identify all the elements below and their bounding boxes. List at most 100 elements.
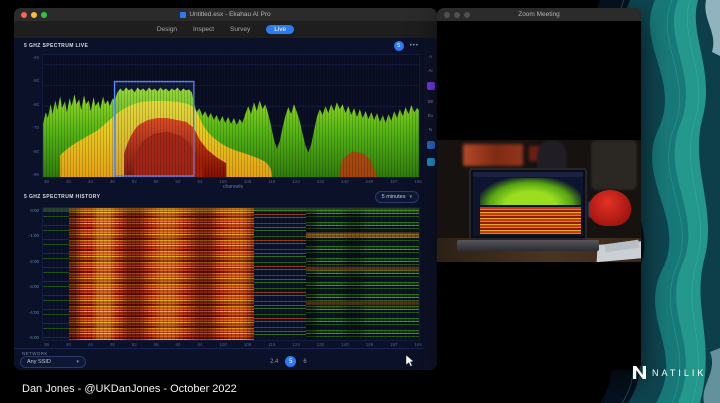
y-axis-tick: -80 xyxy=(32,149,39,154)
y-axis-tick: -90 xyxy=(32,172,39,177)
laptop-keyboard xyxy=(457,240,599,251)
zoom-window: Zoom Meeting xyxy=(437,8,641,370)
spectrum-badge-button[interactable]: S xyxy=(394,41,404,51)
slide-caption: Dan Jones - @UKDanJones - October 2022 xyxy=(22,383,237,395)
ssid-value: Any SSID xyxy=(27,359,51,365)
live-panel-title: 5 GHZ SPECTRUM LIVE xyxy=(24,43,88,49)
x-axis-tick: 157 xyxy=(390,342,398,347)
video-feed[interactable] xyxy=(437,140,641,262)
tab-design[interactable]: Design xyxy=(157,26,177,33)
rail-item-ex[interactable]: Ex xyxy=(428,113,433,118)
ekahau-right-toolbar: A Ai SE Ex N xyxy=(424,38,437,370)
rail-item-a[interactable]: A xyxy=(429,54,432,59)
history-chart-row: 0:00 -1:00 -2:00 -3:00 -4:00 -5:00 xyxy=(16,207,422,341)
document-icon xyxy=(180,12,186,18)
zoom-titlebar: Zoom Meeting xyxy=(437,8,641,21)
rail-item-ai[interactable]: Ai xyxy=(428,68,432,73)
x-axis-tick: 60 xyxy=(176,342,181,347)
tab-survey[interactable]: Survey xyxy=(230,26,250,33)
live-panel-header: 5 GHZ SPECTRUM LIVE S ••• xyxy=(24,41,419,51)
window-title: Untitled.esx - Ekahau AI Pro xyxy=(14,11,437,18)
y-axis-tick: -4:00 xyxy=(29,310,39,315)
laptop-spectrum-app xyxy=(473,172,583,236)
zoom-body xyxy=(437,21,641,370)
x-axis-tick: 36 xyxy=(44,342,49,347)
y-axis-tick: -2:00 xyxy=(29,259,39,264)
band-5ghz-active[interactable]: 5 xyxy=(285,356,296,367)
waterfall-red-band xyxy=(69,208,253,340)
y-axis-tick: 0:00 xyxy=(30,208,39,213)
history-x-axis: 36 40 44 48 52 56 60 64 100 108 116 124 132 140 149 157… xyxy=(44,342,422,347)
y-axis-tick: -60 xyxy=(32,102,39,107)
laptop-live-spectrum xyxy=(480,178,581,205)
blue-swatch-icon[interactable] xyxy=(427,141,435,149)
live-chart-row: -40 -50 -60 -70 -80 -90 xyxy=(16,54,422,178)
laptop-app-toolbar xyxy=(473,172,583,177)
waterfall-mid-band xyxy=(254,208,307,340)
history-waterfall-chart[interactable] xyxy=(42,207,420,341)
purple-swatch-icon[interactable] xyxy=(427,82,435,90)
chevron-down-icon: ▾ xyxy=(409,194,412,200)
chevron-down-icon: ▾ xyxy=(76,359,79,365)
y-axis-tick: -50 xyxy=(32,78,39,83)
history-panel-header: 5 GHZ SPECTRUM HISTORY 5 minutes ▾ xyxy=(24,191,419,203)
live-y-axis: -40 -50 -60 -70 -80 -90 xyxy=(16,54,42,178)
laptop-screen xyxy=(469,168,587,240)
ekahau-titlebar: Untitled.esx - Ekahau AI Pro xyxy=(14,8,437,21)
y-axis-tick: -70 xyxy=(32,125,39,130)
teal-swatch-icon[interactable] xyxy=(427,158,435,166)
waterfall-left-band xyxy=(43,208,69,340)
slide: Untitled.esx - Ekahau AI Pro Design Insp… xyxy=(0,0,720,403)
x-axis-tick: 140 xyxy=(341,342,349,347)
time-range-dropdown[interactable]: 5 minutes ▾ xyxy=(375,191,419,203)
red-cap xyxy=(589,190,631,226)
x-axis-tick: 48 xyxy=(110,342,115,347)
x-axis-tick: 108 xyxy=(244,342,252,347)
ekahau-content: 5 GHZ SPECTRUM LIVE S ••• -40 -50 -60 -70 -8… xyxy=(14,38,437,370)
person-silhouette xyxy=(591,140,637,190)
x-axis-tick: 149 xyxy=(366,342,374,347)
tab-live-active[interactable]: Live xyxy=(266,25,294,34)
window-title-text: Untitled.esx - Ekahau AI Pro xyxy=(189,11,270,18)
spectrum-plot xyxy=(43,55,419,177)
x-axis-tick: 165 xyxy=(414,342,422,347)
x-axis-tick: 132 xyxy=(317,342,325,347)
history-y-axis: 0:00 -1:00 -2:00 -3:00 -4:00 -5:00 xyxy=(16,207,42,341)
x-axis-tick: 100 xyxy=(219,342,227,347)
overflow-menu-button[interactable]: ••• xyxy=(410,43,419,49)
brand-lockup: NATILIK xyxy=(633,366,706,379)
band-6ghz[interactable]: 6 xyxy=(303,359,306,365)
band-selector: 2.4 5 6 xyxy=(270,356,307,367)
rail-item-se[interactable]: SE xyxy=(427,99,433,104)
selection-rectangle[interactable] xyxy=(115,82,194,176)
laptop-waterfall xyxy=(480,207,581,234)
ssid-dropdown[interactable]: Any SSID ▾ xyxy=(20,356,86,368)
x-axis-tick: 116 xyxy=(268,342,275,347)
y-axis-tick: -1:00 xyxy=(29,233,39,238)
x-axis-tick: 40 xyxy=(66,342,71,347)
y-axis-tick: -40 xyxy=(32,55,39,60)
time-range-value: 5 minutes xyxy=(382,194,406,200)
y-axis-tick: -3:00 xyxy=(29,284,39,289)
x-axis-tick: 52 xyxy=(132,342,137,347)
ekahau-window: Untitled.esx - Ekahau AI Pro Design Insp… xyxy=(14,8,437,370)
zoom-window-title: Zoom Meeting xyxy=(437,11,641,18)
x-axis-tick: 44 xyxy=(88,342,93,347)
x-axis-tick: 56 xyxy=(154,342,159,347)
mode-tabbar: Design Inspect Survey Live xyxy=(14,21,437,38)
history-panel-title: 5 GHZ SPECTRUM HISTORY xyxy=(24,194,100,200)
mouse-cursor-icon xyxy=(406,355,415,367)
natilik-logo-icon xyxy=(633,366,646,379)
live-spectrum-chart[interactable] xyxy=(42,54,420,178)
x-axis-tick: 64 xyxy=(197,342,202,347)
waterfall-green-band xyxy=(306,208,419,340)
background-monitor xyxy=(463,144,523,166)
y-axis-tick: -5:00 xyxy=(29,335,39,340)
brand-name: NATILIK xyxy=(652,368,706,378)
rail-item-n[interactable]: N xyxy=(429,127,432,132)
tab-inspect[interactable]: Inspect xyxy=(193,26,214,33)
x-axis-tick: 124 xyxy=(292,342,300,347)
live-x-axis-label: channels xyxy=(44,184,422,190)
ekahau-footer: NETWORK Any SSID ▾ 2.4 5 6 xyxy=(14,348,424,370)
band-2-4ghz[interactable]: 2.4 xyxy=(270,359,278,365)
